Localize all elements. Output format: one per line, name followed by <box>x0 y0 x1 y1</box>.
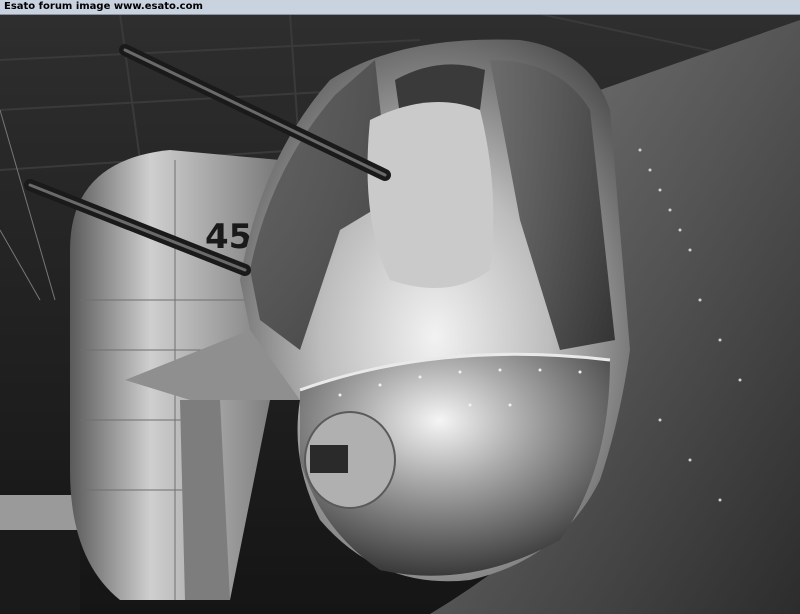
watermark-caption: Esato forum image www.esato.com <box>4 1 203 12</box>
gunner-armor <box>367 102 494 288</box>
photo: 45 <box>0 14 800 614</box>
hangar-floor <box>0 530 80 614</box>
watermark-bar: Esato forum image www.esato.com <box>0 0 800 15</box>
image-frame: Esato forum image www.esato.com 45 <box>0 0 800 614</box>
gun-port-opening <box>310 445 348 473</box>
